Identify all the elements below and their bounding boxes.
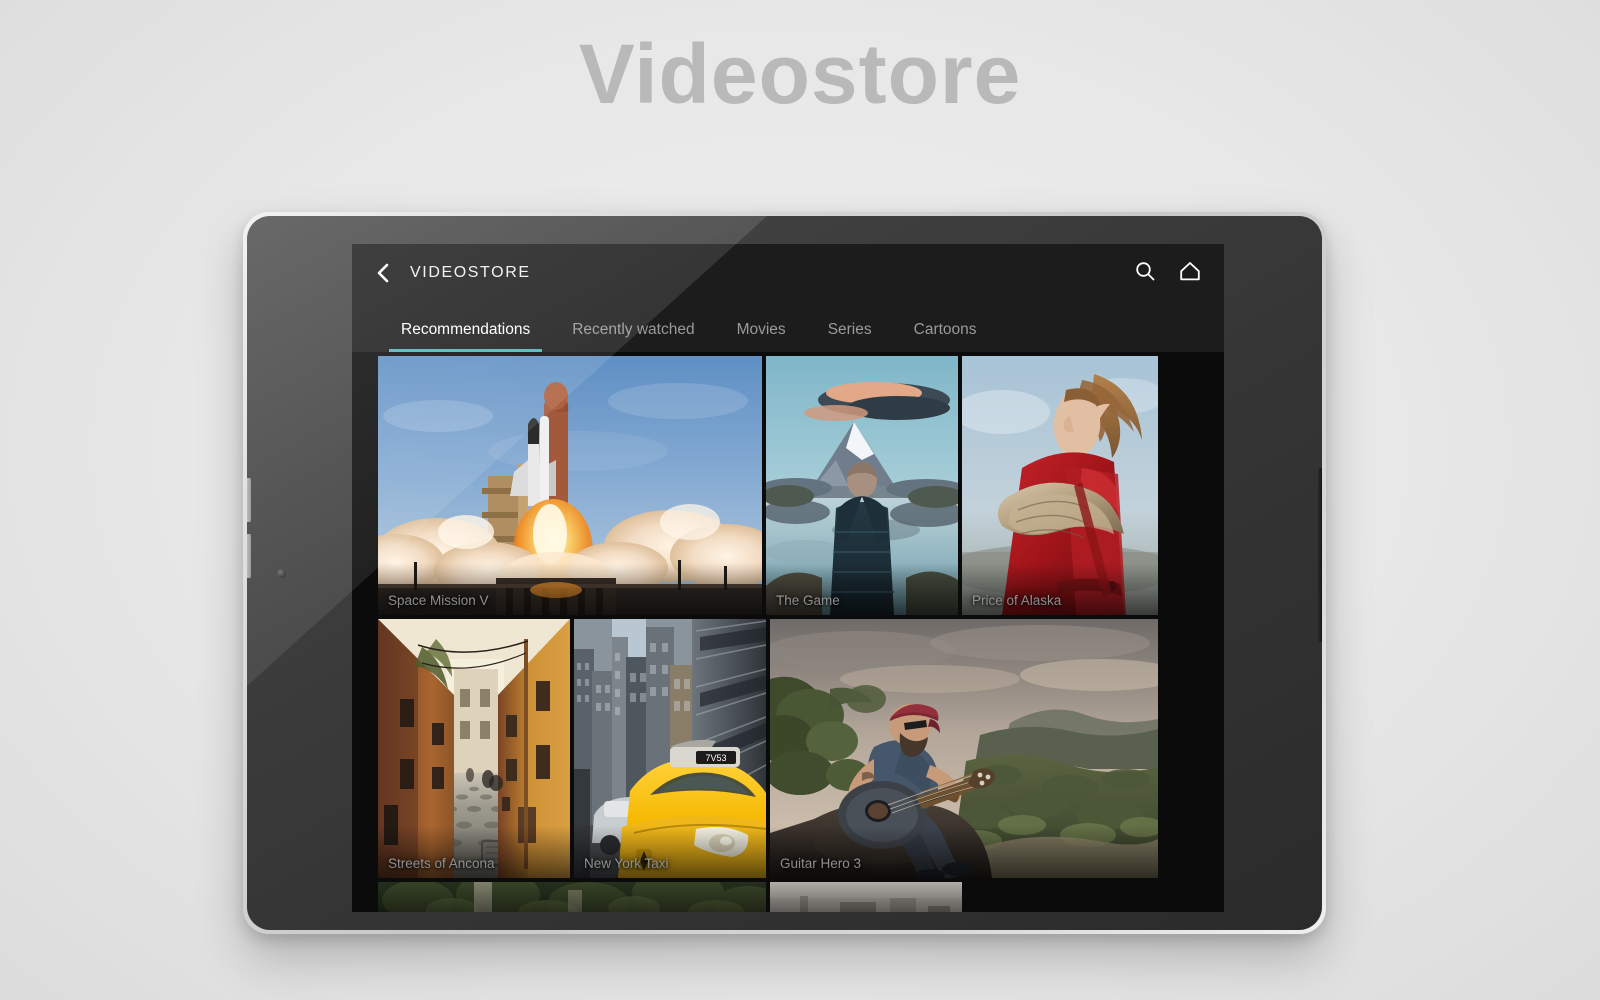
tablet-device: VIDEOSTORE Recommendations Recently watc…	[243, 212, 1326, 934]
tab-movies[interactable]: Movies	[716, 321, 807, 352]
tab-series[interactable]: Series	[807, 321, 893, 352]
home-icon[interactable]	[1178, 260, 1202, 287]
app-title: VIDEOSTORE	[410, 264, 531, 281]
svg-text:7V53: 7V53	[705, 753, 726, 763]
video-tile-space-mission-v[interactable]: Space Mission V	[378, 356, 762, 615]
tablet-screen: VIDEOSTORE Recommendations Recently watc…	[352, 244, 1224, 912]
topbar-title-row: VIDEOSTORE	[352, 244, 1224, 302]
video-tile-price-of-alaska[interactable]: Price of Alaska	[962, 356, 1158, 615]
camera-icon	[277, 569, 286, 578]
app-topbar: VIDEOSTORE Recommendations Recently watc…	[352, 244, 1224, 352]
page-title: Videostore	[578, 27, 1022, 121]
video-tile-guitar-hero-3[interactable]: Guitar Hero 3	[770, 619, 1158, 878]
tab-recently-watched[interactable]: Recently watched	[551, 321, 715, 352]
tab-cartoons[interactable]: Cartoons	[893, 321, 998, 352]
tab-bar: Recommendations Recently watched Movies …	[352, 302, 1224, 352]
volume-up-button[interactable]	[247, 478, 251, 522]
tab-recommendations[interactable]: Recommendations	[380, 321, 551, 352]
video-grid: Space Mission V The Game Price of Alaska…	[352, 352, 1224, 912]
video-tile-streets-of-ancona[interactable]: Streets of Ancona	[378, 619, 570, 878]
video-tile-the-game[interactable]: The Game	[766, 356, 958, 615]
tablet-bezel: VIDEOSTORE Recommendations Recently watc…	[247, 216, 1322, 930]
video-tile-partial-forest[interactable]	[378, 882, 766, 912]
volume-down-button[interactable]	[247, 534, 251, 578]
video-tile-partial-city[interactable]	[770, 882, 962, 912]
video-tile-new-york-taxi[interactable]: 7V53 New York Taxi	[574, 619, 766, 878]
chevron-left-icon[interactable]	[372, 262, 394, 284]
grid-row: Streets of Ancona 7V53 New York Taxi Gui…	[378, 619, 1224, 878]
topbar-actions	[1134, 260, 1202, 287]
search-icon[interactable]	[1134, 260, 1156, 287]
grid-row: Space Mission V The Game Price of Alaska	[378, 356, 1224, 615]
power-button[interactable]	[1318, 468, 1322, 642]
grid-row-partial	[378, 882, 1224, 912]
